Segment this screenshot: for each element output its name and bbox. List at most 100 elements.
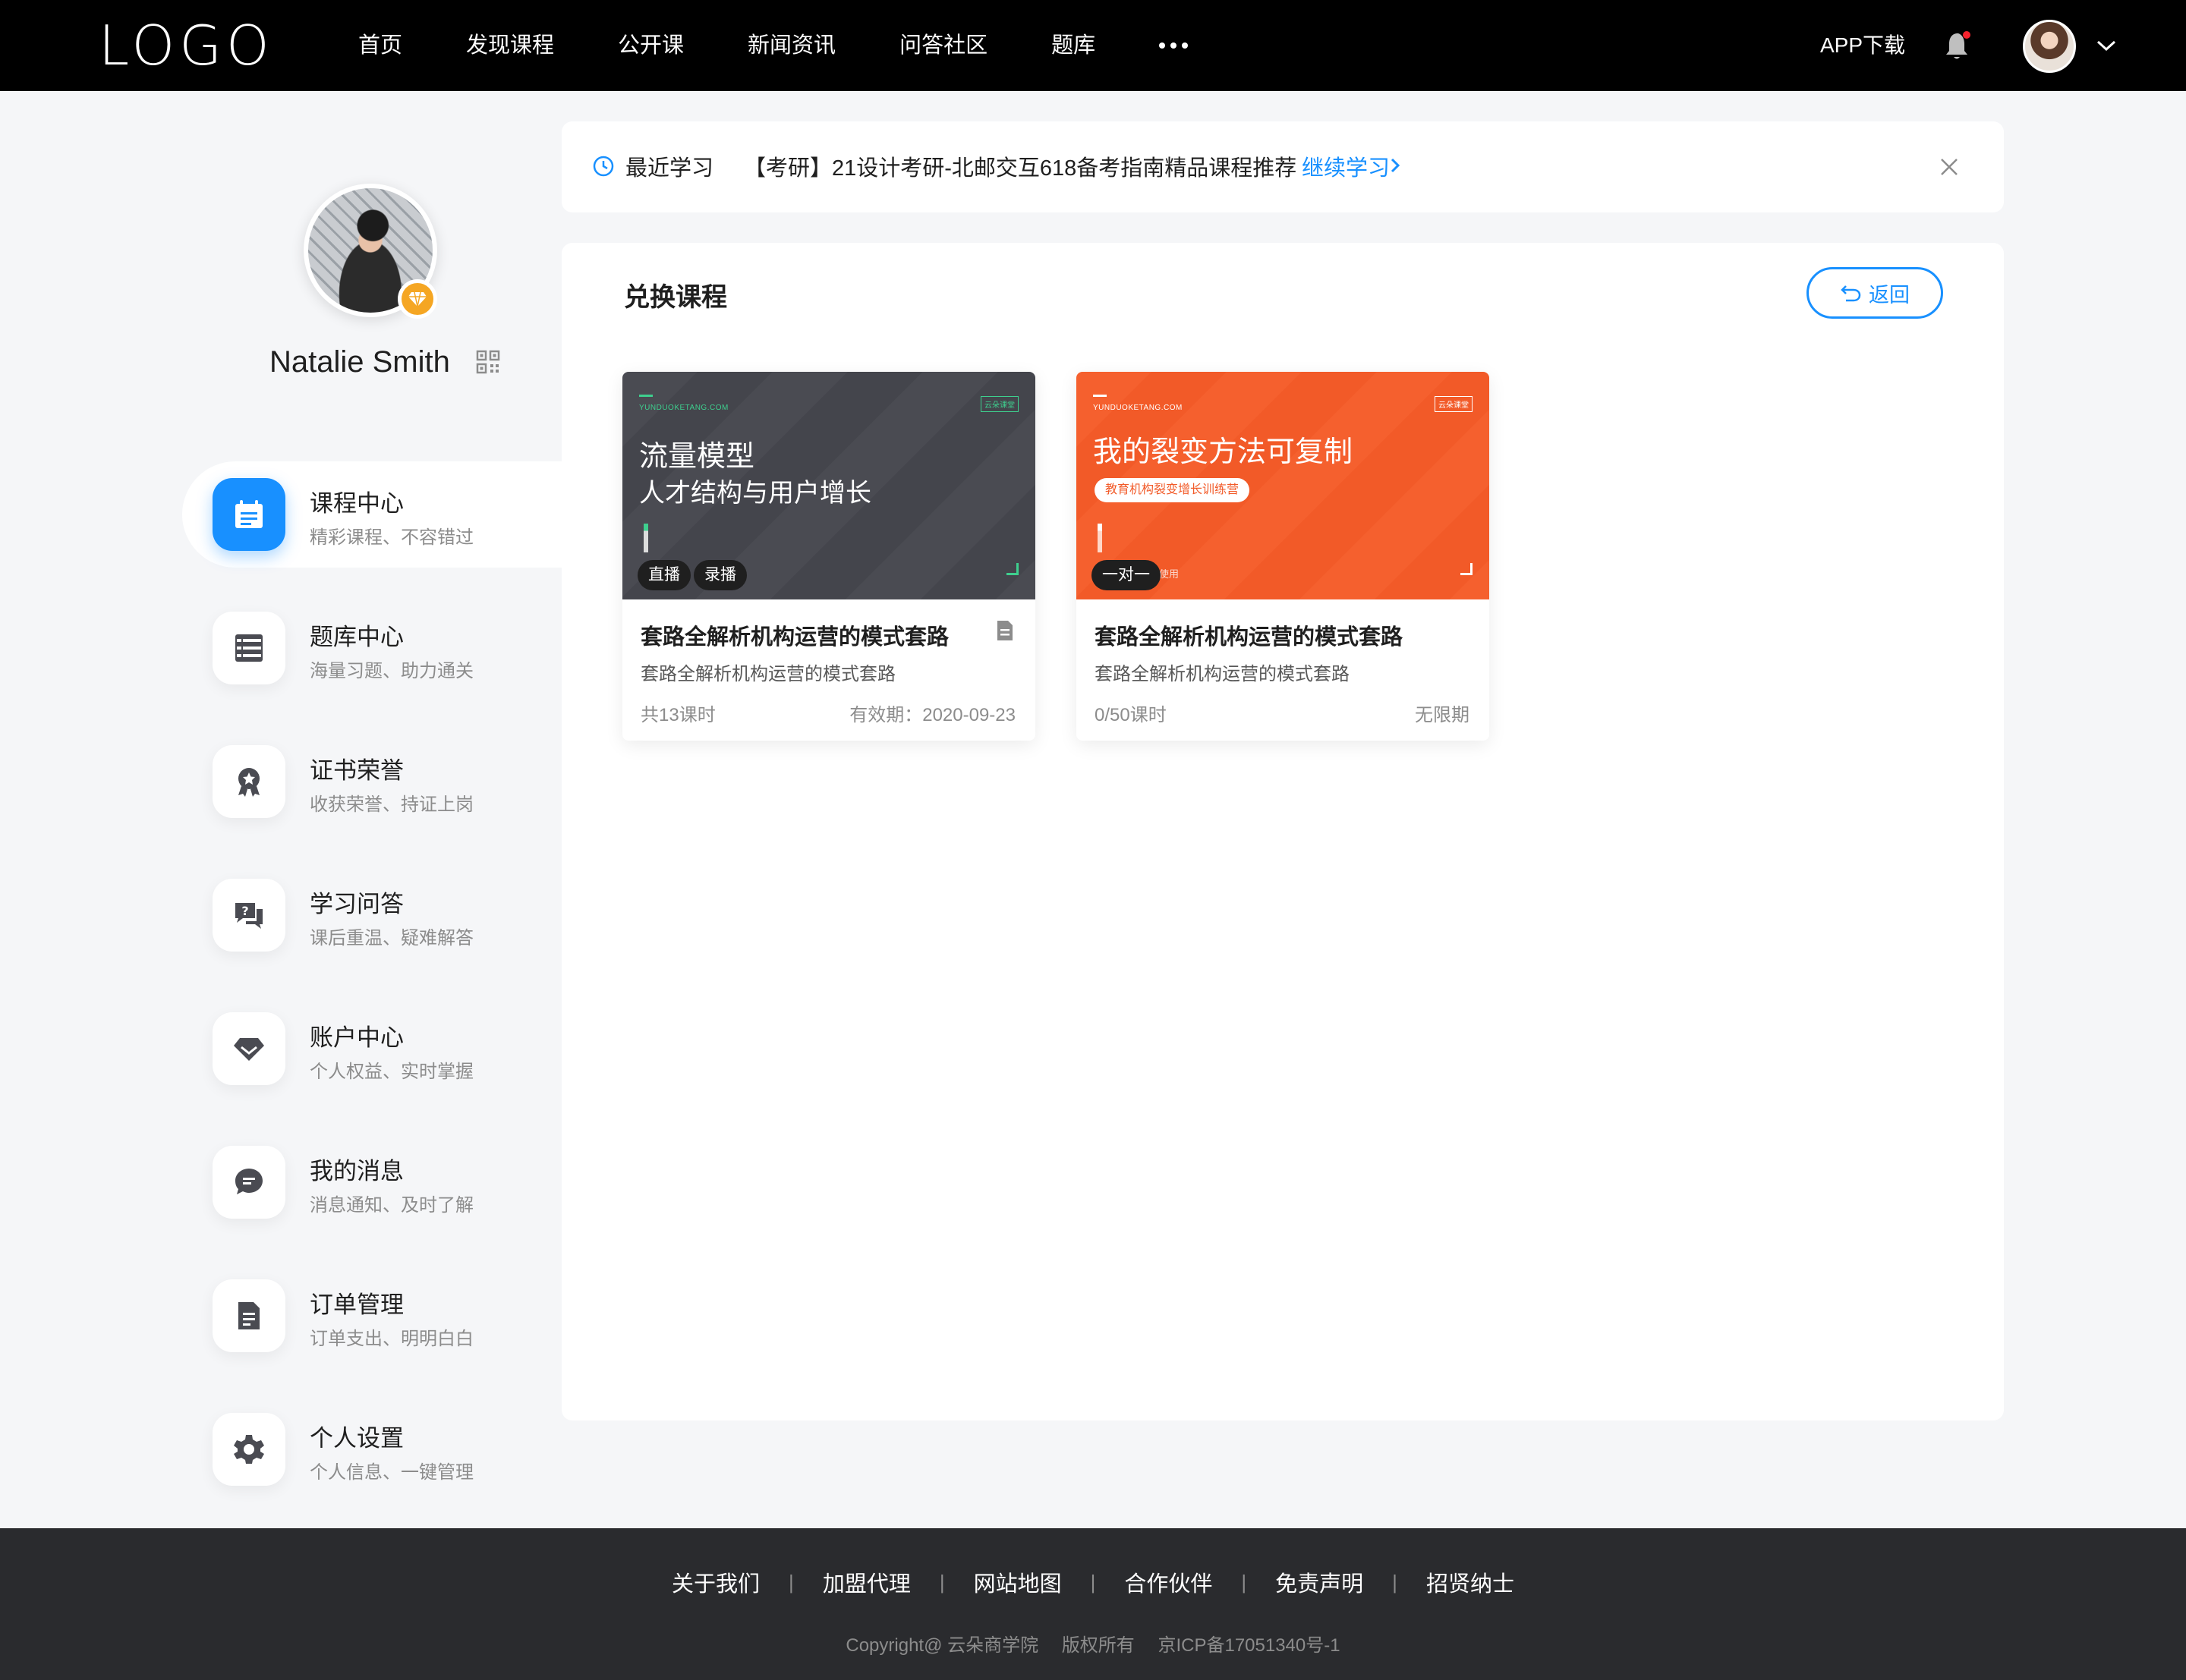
course-validity: 有效期：2020-09-23 (849, 705, 1016, 725)
copyright: Copyright@ 云朵商学院 版权所有 京ICP备17051340号-1 (0, 1630, 2186, 1656)
thumbnail-brand: 云朵课堂 (1435, 396, 1473, 412)
footer-links: 关于我们 | 加盟代理 | 网站地图 | 合作伙伴 | 免责声明 | 招贤纳士 (0, 1566, 2186, 1598)
icp-text: 京ICP备17051340号-1 (1158, 1635, 1340, 1656)
thumbnail-site-text: YUNDUOKETANG.COM (639, 404, 729, 412)
thumbnail-pill: 教育机构裂变增长训练营 (1095, 478, 1250, 502)
clock-icon (593, 156, 614, 177)
sidebar-item-subtitle: 精彩课程、不容错过 (310, 527, 474, 548)
user-avatar[interactable] (2023, 20, 2076, 73)
rights-text: 版权所有 (1061, 1635, 1135, 1656)
back-button-label: 返回 (1869, 283, 1910, 307)
course-description: 套路全解析机构运营的模式套路 (1095, 664, 1350, 684)
sidebar-item-title: 我的消息 (310, 1158, 404, 1184)
profile-name: Natalie Smith (269, 345, 450, 379)
nav-news[interactable]: 新闻资讯 (748, 0, 836, 91)
bell-icon[interactable] (1943, 30, 1973, 62)
svg-text:?: ? (241, 904, 248, 918)
footer-link-disclaimer[interactable]: 免责声明 (1275, 1566, 1363, 1598)
sidebar-item-subtitle: 订单支出、明明白白 (310, 1329, 474, 1349)
pen-icon (1098, 524, 1102, 552)
close-icon[interactable] (1937, 155, 1961, 179)
gear-icon (213, 1413, 285, 1486)
sidebar-item-settings[interactable]: 个人设置 个人信息、一键管理 (182, 1396, 562, 1502)
diamond-icon (213, 1012, 285, 1085)
undo-arrow-icon (1841, 285, 1861, 302)
sidebar-item-title: 题库中心 (310, 624, 404, 650)
sidebar-item-account-center[interactable]: 账户中心 个人权益、实时掌握 (182, 996, 562, 1102)
sidebar-item-subtitle: 个人信息、一键管理 (310, 1462, 474, 1483)
thumbnail-headline: 流量模型 (639, 441, 755, 473)
nav-question-bank[interactable]: 题库 (1051, 0, 1095, 91)
tag-recorded: 录播 (694, 560, 747, 590)
logo[interactable]: LOGO (99, 17, 274, 74)
sidebar-item-subtitle: 个人权益、实时掌握 (310, 1062, 474, 1082)
thumbnail-site-text: YUNDUOKETANG.COM (1093, 404, 1183, 412)
sidebar-item-title: 学习问答 (310, 891, 404, 917)
corner-mark (1006, 563, 1019, 575)
course-card[interactable]: YUNDUOKETANG.COM 云朵课堂 我的裂变方法可复制 教育机构裂变增长… (1076, 372, 1489, 741)
thumbnail-brand: 云朵课堂 (981, 396, 1019, 412)
sidebar-item-subtitle: 消息通知、及时了解 (310, 1195, 474, 1216)
course-lessons: 0/50课时 (1095, 705, 1167, 725)
thumbnail-subheadline: 人才结构与用户增长 (639, 479, 871, 508)
sidebar-item-question-bank[interactable]: 题库中心 海量习题、助力通关 (182, 595, 562, 701)
footer-link-about[interactable]: 关于我们 (672, 1566, 760, 1598)
chevron-right-icon[interactable] (1389, 156, 1401, 175)
tag-live: 直播 (638, 560, 691, 590)
course-title: 套路全解析机构运营的模式套路 (641, 625, 950, 650)
sidebar-item-certificates[interactable]: 证书荣誉 收获荣誉、持证上岗 (182, 728, 562, 835)
footer-link-franchise[interactable]: 加盟代理 (823, 1566, 911, 1598)
document-icon (997, 621, 1013, 640)
sidebar-item-subtitle: 收获荣誉、持证上岗 (310, 794, 474, 815)
footer: 关于我们 | 加盟代理 | 网站地图 | 合作伙伴 | 免责声明 | 招贤纳士 … (0, 1528, 2186, 1680)
sidebar-item-title: 账户中心 (310, 1024, 404, 1051)
recent-learning-bar: 最近学习 【考研】21设计考研-北邮交互618备考指南精品课程推荐 继续学习 (562, 121, 2004, 212)
more-dots-icon[interactable] (1159, 0, 1189, 91)
award-icon (213, 745, 285, 818)
chevron-down-icon[interactable] (2095, 38, 2118, 53)
vip-diamond-icon (398, 279, 437, 319)
thumbnail-headline: 我的裂变方法可复制 (1093, 436, 1353, 468)
recent-course-title[interactable]: 【考研】21设计考研-北邮交互618备考指南精品课程推荐 (744, 150, 1296, 182)
qrcode-icon[interactable] (476, 350, 500, 374)
calendar-icon (213, 478, 285, 551)
nav-discover-courses[interactable]: 发现课程 (466, 0, 554, 91)
main-nav: 首页 发现课程 公开课 新闻资讯 问答社区 题库 (358, 0, 1189, 91)
sidebar-item-title: 证书荣誉 (310, 757, 404, 784)
nav-home[interactable]: 首页 (358, 0, 402, 91)
course-validity: 无限期 (1415, 705, 1469, 725)
recent-learning-label: 最近学习 (625, 156, 714, 181)
sidebar-item-learning-qa[interactable]: ? 学习问答 课后重温、疑难解答 (182, 862, 562, 968)
back-button[interactable]: 返回 (1806, 267, 1943, 319)
course-description: 套路全解析机构运营的模式套路 (641, 664, 896, 684)
footer-link-sitemap[interactable]: 网站地图 (974, 1566, 1062, 1598)
footer-link-careers[interactable]: 招贤纳士 (1426, 1566, 1514, 1598)
course-title: 套路全解析机构运营的模式套路 (1095, 625, 1403, 650)
sidebar-item-title: 个人设置 (310, 1425, 404, 1452)
sidebar-item-subtitle: 课后重温、疑难解答 (310, 928, 474, 949)
question-chat-icon: ? (213, 879, 285, 952)
document-icon (213, 1279, 285, 1352)
sidebar-item-title: 订单管理 (310, 1291, 404, 1318)
pen-icon (644, 524, 648, 552)
page-title: 兑换课程 (624, 283, 727, 312)
course-lessons: 共13课时 (641, 705, 716, 725)
nav-open-class[interactable]: 公开课 (618, 0, 684, 91)
sidebar-item-course-center[interactable]: 课程中心 精彩课程、不容错过 (182, 461, 562, 568)
list-icon (213, 612, 285, 684)
continue-learning-link[interactable]: 继续学习 (1302, 150, 1390, 182)
tag-one-on-one: 一对一 (1091, 560, 1161, 590)
message-icon (213, 1146, 285, 1219)
course-card[interactable]: YUNDUOKETANG.COM 云朵课堂 流量模型 人才结构与用户增长 直播 … (622, 372, 1035, 741)
footer-link-partners[interactable]: 合作伙伴 (1124, 1566, 1212, 1598)
nav-qa-community[interactable]: 问答社区 (899, 0, 987, 91)
app-download-link[interactable]: APP下载 (1820, 0, 1905, 91)
corner-mark (1460, 563, 1473, 575)
sidebar-item-orders[interactable]: 订单管理 订单支出、明明白白 (182, 1263, 562, 1369)
top-navbar: LOGO 首页 发现课程 公开课 新闻资讯 问答社区 题库 APP下载 (0, 0, 2186, 91)
sidebar-item-messages[interactable]: 我的消息 消息通知、及时了解 (182, 1129, 562, 1235)
course-thumbnail: YUNDUOKETANG.COM 云朵课堂 我的裂变方法可复制 教育机构裂变增长… (1076, 372, 1489, 599)
course-thumbnail: YUNDUOKETANG.COM 云朵课堂 流量模型 人才结构与用户增长 直播 … (622, 372, 1035, 599)
redeem-courses-panel: 兑换课程 返回 YUNDUOKETANG.COM 云朵课堂 流量模型 人才结构与… (562, 243, 2004, 1420)
sidebar-item-subtitle: 海量习题、助力通关 (310, 661, 474, 681)
